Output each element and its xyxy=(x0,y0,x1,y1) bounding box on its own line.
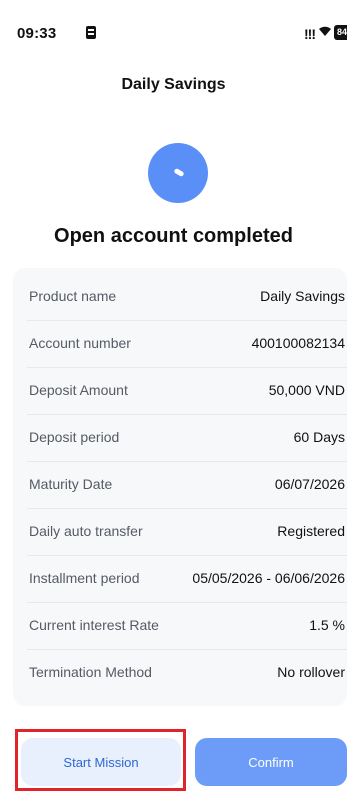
detail-value: Registered xyxy=(277,523,345,539)
battery-icon: 84 xyxy=(334,25,347,40)
detail-row-maturity-date: Maturity Date 06/07/2026 xyxy=(13,462,347,509)
detail-value: 05/05/2026 - 06/06/2026 xyxy=(192,570,345,586)
signal-icon: !!! xyxy=(304,26,316,42)
success-status-icon xyxy=(148,143,208,203)
sim-card-icon xyxy=(86,26,96,39)
detail-value: 60 Days xyxy=(293,429,345,445)
detail-label: Product name xyxy=(29,288,117,304)
account-details-card: Product name Daily Savings Account numbe… xyxy=(13,268,347,706)
detail-row-daily-auto-transfer: Daily auto transfer Registered xyxy=(13,509,347,556)
status-bar: 09:33 !!! 84 xyxy=(0,0,347,60)
detail-value: 400100082134 xyxy=(251,335,345,351)
start-mission-button[interactable]: Start Mission xyxy=(21,738,181,786)
detail-value: 50,000 VND xyxy=(268,382,345,398)
detail-row-deposit-amount: Deposit Amount 50,000 VND xyxy=(13,368,347,415)
detail-label: Current interest Rate xyxy=(29,617,159,633)
result-title: Open account completed xyxy=(54,225,293,247)
detail-row-deposit-period: Deposit period 60 Days xyxy=(13,415,347,462)
detail-label: Deposit Amount xyxy=(29,382,128,398)
detail-label: Daily auto transfer xyxy=(29,523,143,539)
status-time: 09:33 xyxy=(17,25,57,42)
wifi-icon xyxy=(318,24,332,41)
detail-row-account-number: Account number 400100082134 xyxy=(13,321,347,368)
detail-label: Maturity Date xyxy=(29,476,113,492)
detail-row-termination-method: Termination Method No rollover xyxy=(13,650,347,697)
detail-value: 1.5 % xyxy=(309,617,345,633)
detail-row-installment-period: Installment period 05/05/2026 - 06/06/20… xyxy=(13,556,347,603)
detail-value: No rollover xyxy=(277,664,345,680)
confirm-button[interactable]: Confirm xyxy=(195,738,347,786)
detail-row-product-name: Product name Daily Savings xyxy=(13,274,347,321)
detail-value: 06/07/2026 xyxy=(274,476,345,492)
detail-row-interest-rate: Current interest Rate 1.5 % xyxy=(13,603,347,650)
detail-label: Deposit period xyxy=(29,429,120,445)
detail-label: Account number xyxy=(29,335,131,351)
detail-label: Termination Method xyxy=(29,664,152,680)
page-title: Daily Savings xyxy=(121,76,226,93)
detail-label: Installment period xyxy=(29,570,140,586)
check-mark-icon xyxy=(173,167,185,178)
detail-value: Daily Savings xyxy=(260,288,345,304)
